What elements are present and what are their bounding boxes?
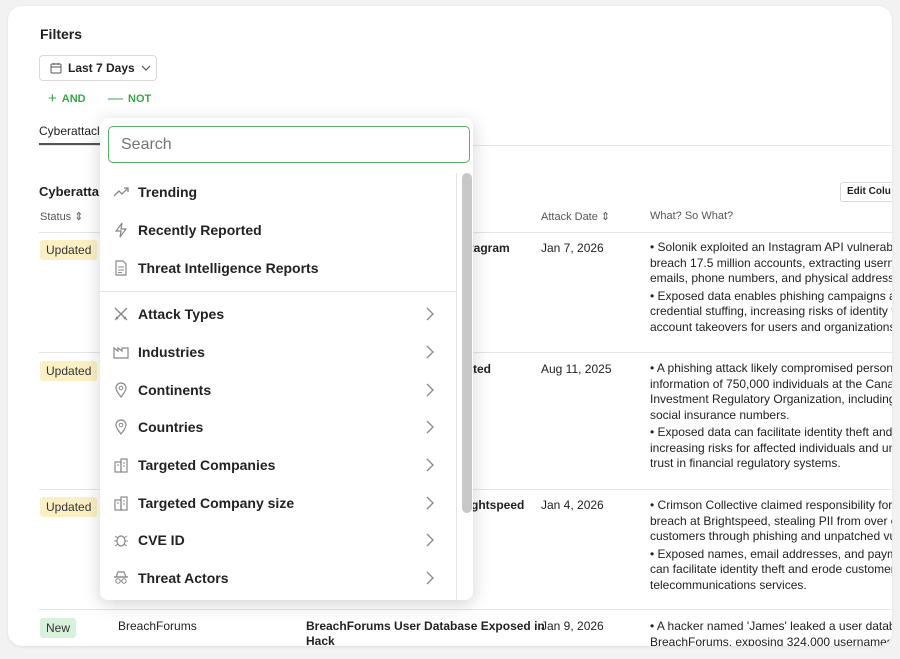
row-what: • A hacker named 'James' leaked a user d… [650,619,892,646]
menu-item-targeted-company-size[interactable]: Targeted Company size [100,485,456,521]
menu-item-countries[interactable]: Countries [100,409,456,445]
and-button[interactable]: + AND [48,90,86,107]
chevron-right-icon [426,420,434,434]
not-label: NOT [128,92,152,105]
row-what: • Solonik exploited an Instagram API vul… [650,240,892,334]
section-title: Cyberattac [39,184,99,199]
row-date: Jan 7, 2026 [541,241,604,255]
menu-item-trending[interactable]: Trending [100,174,456,210]
menu-divider [456,173,457,600]
row-org[interactable]: BreachForums [118,619,197,633]
menu-item-continents[interactable]: Continents [100,372,456,408]
factory-icon [112,343,130,361]
attack-date-header[interactable]: Attack Date ⇕ [541,210,610,223]
status-badge: Updated [40,497,98,517]
chevron-right-icon [426,307,434,321]
status-badge: Updated [40,240,98,260]
status-badge: Updated [40,361,98,381]
what-header: What? So What? [650,210,734,222]
search-input[interactable] [108,126,470,163]
date-range-label: Last 7 Days [68,61,135,75]
edit-columns-button[interactable]: Edit Colu [840,182,892,202]
menu-item-attack-types[interactable]: Attack Types [100,296,456,332]
date-range-button[interactable]: Last 7 Days [39,55,157,81]
chevron-right-icon [426,458,434,472]
and-label: AND [61,92,86,105]
chevron-right-icon [426,383,434,397]
sort-icon: ⇕ [600,211,611,223]
row-divider [39,609,892,610]
menu-item-label: Threat Actors [138,570,229,586]
map-pin-icon [112,381,130,399]
menu-item-cve-id[interactable]: CVE ID [100,522,456,558]
menu-item-label: Industries [138,344,205,360]
status-badge: New [40,618,77,638]
buildings-icon [112,494,130,512]
menu-item-label: Threat Intelligence Reports [138,260,319,276]
menu-item-label: Targeted Company size [138,495,295,511]
document-icon [112,259,130,277]
chevron-right-icon [426,533,434,547]
menu-item-threat-intelligence-reports[interactable]: Threat Intelligence Reports [100,250,456,286]
chevron-down-icon [141,65,151,71]
crossed-swords-icon [112,305,130,323]
chevron-right-icon [426,345,434,359]
menu-separator [100,291,456,292]
row-date: Jan 9, 2026 [541,619,604,633]
filter-dropdown: Trending Recently Reported Threat Intell… [100,118,473,600]
menu-item-threat-actors[interactable]: Threat Actors [100,560,456,596]
row-title-cont[interactable]: Hack [306,634,335,646]
not-button[interactable]: — NOT [108,90,151,107]
row-date: Aug 11, 2025 [541,362,612,376]
menu-item-label: Countries [138,419,204,435]
spy-icon [112,569,130,587]
menu-item-label: Attack Types [138,306,225,322]
chevron-right-icon [426,496,434,510]
menu-item-label: Recently Reported [138,222,262,238]
tab-cyberattacks[interactable]: Cyberattacl [39,124,100,138]
map-pin-icon [112,418,130,436]
trending-icon [112,183,130,201]
status-header[interactable]: Status ⇕ [40,210,83,223]
dropdown-scrollbar[interactable] [462,173,472,513]
chevron-right-icon [426,571,434,585]
calendar-icon [50,63,62,74]
menu-item-label: CVE ID [138,532,185,548]
menu-item-label: Trending [138,184,198,200]
plus-icon: + [48,90,57,107]
menu-item-recently-reported[interactable]: Recently Reported [100,212,456,248]
minus-icon: — [108,90,123,107]
row-what: • A phishing attack likely compromised p… [650,361,892,470]
lightning-icon [112,221,130,239]
filters-title: Filters [40,26,83,42]
menu-item-label: Targeted Companies [138,457,276,473]
menu-item-industries[interactable]: Industries [100,334,456,370]
bug-icon [112,531,130,549]
row-date: Jan 4, 2026 [541,498,604,512]
menu-item-targeted-companies[interactable]: Targeted Companies [100,447,456,483]
sort-icon: ⇕ [74,211,84,223]
buildings-icon [112,456,130,474]
menu-item-label: Continents [138,382,212,398]
row-title[interactable]: BreachForums User Database Exposed in [306,619,545,633]
row-what: • Crimson Collective claimed responsibil… [650,498,892,592]
